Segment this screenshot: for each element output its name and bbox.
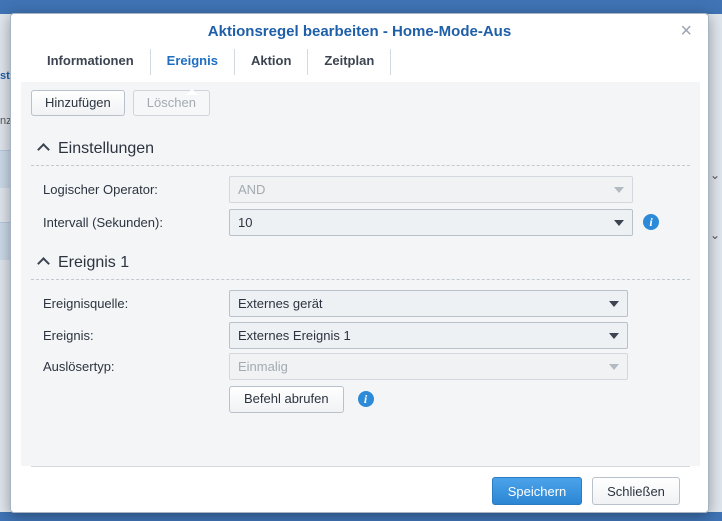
edit-action-rule-dialog: Aktionsregel bearbeiten - Home-Mode-Aus … <box>10 13 709 513</box>
event1-section-header[interactable]: Ereignis 1 <box>31 254 690 280</box>
section-title: Einstellungen <box>58 140 155 157</box>
dialog-title: Aktionsregel bearbeiten - Home-Mode-Aus <box>207 23 512 40</box>
footer-divider <box>31 466 690 467</box>
dropdown-arrow-icon[interactable] <box>609 332 619 339</box>
event-label: Ereignis: <box>43 327 94 343</box>
settings-section-header[interactable]: Einstellungen <box>31 140 690 166</box>
chevron-up-icon[interactable] <box>37 143 50 156</box>
event-select[interactable]: Externes Ereignis 1 <box>229 321 628 349</box>
event-row: Ereignis: Externes Ereignis 1 <box>43 321 628 349</box>
event-source-row: Ereignisquelle: Externes gerät <box>43 289 628 317</box>
save-button[interactable]: Speichern <box>492 477 582 505</box>
interval-value: 10 <box>238 214 253 230</box>
dropdown-arrow-icon[interactable] <box>614 219 624 226</box>
fetch-command-row: Befehl abrufen i <box>43 385 374 413</box>
background-topbar <box>0 0 722 14</box>
info-icon[interactable]: i <box>643 214 659 230</box>
dropdown-arrow-icon[interactable] <box>609 300 619 307</box>
section-title: Ereignis 1 <box>58 254 130 271</box>
info-icon[interactable]: i <box>357 391 374 407</box>
tab-label: Ereignis <box>166 53 218 68</box>
operator-value: AND <box>238 181 266 197</box>
tab-label: Aktion <box>250 53 292 68</box>
operator-label: Logischer Operator: <box>43 181 158 197</box>
event-panel: Hinzufügen Löschen Einstellungen Logisch… <box>21 82 700 466</box>
event-source-select[interactable]: Externes gerät <box>229 289 628 317</box>
operator-select: AND <box>229 175 633 203</box>
trigger-type-select: Einmalig <box>229 352 628 380</box>
close-button[interactable]: Schließen <box>592 477 680 505</box>
close-icon[interactable]: × <box>680 21 692 41</box>
toolbar: Hinzufügen Löschen <box>31 90 210 116</box>
dropdown-arrow-icon <box>609 363 619 370</box>
trigger-type-label: Auslösertyp: <box>43 358 115 374</box>
add-button[interactable]: Hinzufügen <box>31 90 125 116</box>
dropdown-arrow-icon <box>614 186 624 193</box>
background-chevron-icon: ⌄ <box>709 228 720 242</box>
interval-label: Intervall (Sekunden): <box>43 214 163 230</box>
interval-row: Intervall (Sekunden): 10 i <box>43 208 659 236</box>
trigger-type-row: Auslösertyp: Einmalig <box>43 352 628 380</box>
event-value: Externes Ereignis 1 <box>238 327 351 343</box>
tab-label: Informationen <box>47 53 134 68</box>
operator-row: Logischer Operator: AND <box>43 175 633 203</box>
tab-label: Zeitplan <box>324 53 375 68</box>
background-bottombar <box>0 512 722 521</box>
trigger-type-value: Einmalig <box>238 358 288 374</box>
tab-divider <box>390 49 392 75</box>
interval-select[interactable]: 10 <box>229 208 633 236</box>
event-source-value: Externes gerät <box>238 295 323 311</box>
fetch-command-button[interactable]: Befehl abrufen <box>229 385 344 413</box>
background-text-fragment: st <box>0 70 10 82</box>
delete-button: Löschen <box>132 90 210 116</box>
event-source-label: Ereignisquelle: <box>43 295 129 311</box>
chevron-up-icon[interactable] <box>37 257 50 270</box>
background-chevron-icon: ⌄ <box>709 168 720 182</box>
